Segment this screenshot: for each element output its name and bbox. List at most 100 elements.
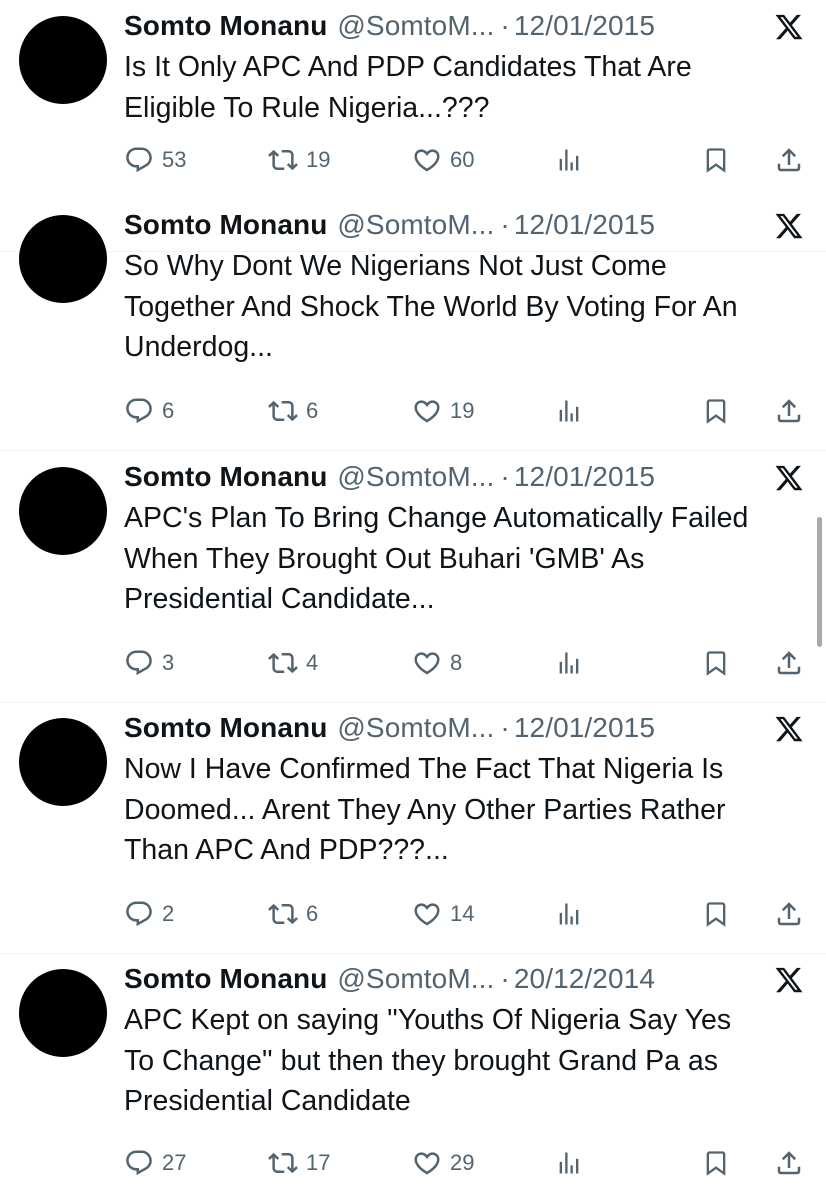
retweet-button[interactable]: 19 [268,140,330,180]
tweet-text: Is It Only APC And PDP Candidates That A… [124,47,814,128]
heart-icon [414,149,440,172]
tweet-text-line: APC's Plan To Bring Change Automatically… [124,502,749,534]
scrollbar[interactable] [817,517,822,647]
tweet[interactable]: Somto Monanu @SomtoM... · 12/01/2015 So … [0,199,826,451]
tweet-text-line: Is It Only APC And PDP Candidates That A… [124,51,692,83]
avatar[interactable] [19,969,107,1057]
author-name[interactable]: Somto Monanu [124,963,327,995]
views-icon [559,652,579,674]
reply-icon [126,1150,152,1176]
bookmark-button[interactable] [702,643,730,683]
separator-dot: · [500,712,510,743]
author-name[interactable]: Somto Monanu [124,10,327,42]
like-button[interactable]: 14 [412,894,474,934]
tweet-date[interactable]: 12/01/2015 [514,712,655,744]
tweet[interactable]: Somto Monanu @SomtoM... · 20/12/2014 APC… [0,953,826,1200]
retweet-button[interactable]: 6 [268,894,318,934]
avatar[interactable] [19,718,107,806]
views-button[interactable] [555,140,583,180]
tweet-header: Somto Monanu @SomtoM... · 12/01/2015 [124,6,655,46]
reply-count: 3 [162,650,175,675]
bookmark-button[interactable] [702,391,730,431]
tweet-date[interactable]: 12/01/2015 [514,209,655,241]
reply-button[interactable]: 53 [124,140,186,180]
author-handle[interactable]: @SomtoM... [337,963,494,995]
author-name[interactable]: Somto Monanu [124,712,327,744]
retweet-count: 17 [306,1150,331,1175]
retweet-button[interactable]: 4 [268,643,318,683]
heart-icon [414,652,440,675]
x-logo-icon [775,465,803,491]
reply-button[interactable]: 2 [124,894,174,934]
like-count: 29 [450,1150,475,1175]
share-button[interactable] [774,643,804,683]
separator-dot: · [500,10,510,41]
retweet-icon [268,1152,298,1174]
share-button[interactable] [774,140,804,180]
avatar[interactable] [19,215,107,303]
like-button[interactable]: 8 [412,643,462,683]
tweet-header: Somto Monanu @SomtoM... · 12/01/2015 [124,708,655,748]
reply-count: 27 [162,1150,187,1175]
tweet-text-line: Presidential Candidate [124,1085,411,1117]
views-button[interactable] [555,391,583,431]
avatar[interactable] [19,16,107,104]
views-button[interactable] [555,1143,583,1183]
author-handle[interactable]: @SomtoM... [337,209,494,241]
share-button[interactable] [774,1143,804,1183]
reply-button[interactable]: 3 [124,643,174,683]
reply-icon [126,650,152,676]
x-logo-icon [775,14,803,40]
retweet-count: 6 [306,901,319,926]
reply-count: 6 [162,398,175,423]
tweet-date[interactable]: 12/01/2015 [514,461,655,493]
retweet-button[interactable]: 17 [268,1143,330,1183]
tweet-text-line: To Change'' but then they brought Grand … [124,1044,718,1077]
share-button[interactable] [774,391,804,431]
x-logo-icon [775,213,803,239]
retweet-count: 6 [306,398,319,423]
retweet-icon [268,652,298,674]
tweet-text-line: Underdog... [124,331,273,363]
share-button[interactable] [774,894,804,934]
like-button[interactable]: 29 [412,1143,474,1183]
author-name[interactable]: Somto Monanu [124,461,327,493]
views-icon [559,149,579,171]
heart-icon [414,903,440,926]
views-button[interactable] [555,894,583,934]
tweet-header: Somto Monanu @SomtoM... · 12/01/2015 [124,457,655,497]
author-name[interactable]: Somto Monanu [124,209,327,241]
bookmark-button[interactable] [702,894,730,934]
like-count: 8 [450,650,463,675]
reply-button[interactable]: 6 [124,391,174,431]
like-count: 14 [450,901,475,926]
bookmark-button[interactable] [702,1143,730,1183]
like-button[interactable]: 19 [412,391,474,431]
tweet-actions: 6 6 19 [0,391,826,431]
reply-button[interactable]: 27 [124,1143,186,1183]
avatar[interactable] [19,467,107,555]
timeline-feed: Somto Monanu @SomtoM... · 12/01/2015 Is … [0,0,826,1200]
bookmark-button[interactable] [702,140,730,180]
tweet-actions: 53 19 60 [0,140,826,180]
tweet-date[interactable]: 12/01/2015 [514,10,655,42]
share-icon [777,651,801,675]
tweet-text-line: So Why Dont We Nigerians Not Just Come [124,250,667,282]
share-icon [777,1151,801,1175]
author-handle[interactable]: @SomtoM... [337,461,494,493]
views-button[interactable] [555,643,583,683]
tweet[interactable]: Somto Monanu @SomtoM... · 12/01/2015 Now… [0,702,826,954]
tweet[interactable]: Somto Monanu @SomtoM... · 12/01/2015 APC… [0,451,826,703]
tweet-actions: 27 17 29 [0,1143,826,1183]
like-count: 60 [450,147,475,172]
tweet-date[interactable]: 20/12/2014 [514,963,655,995]
bookmark-icon [706,651,726,676]
like-button[interactable]: 60 [412,140,474,180]
retweet-button[interactable]: 6 [268,391,318,431]
tweet-text-line: APC Kept on saying ''Youths Of Nigeria S… [124,1004,732,1036]
author-handle[interactable]: @SomtoM... [337,712,494,744]
x-logo-icon [775,716,803,742]
tweet-text-line: Together And Shock The World By Voting F… [124,290,738,323]
author-handle[interactable]: @SomtoM... [337,10,494,42]
share-icon [777,399,801,423]
